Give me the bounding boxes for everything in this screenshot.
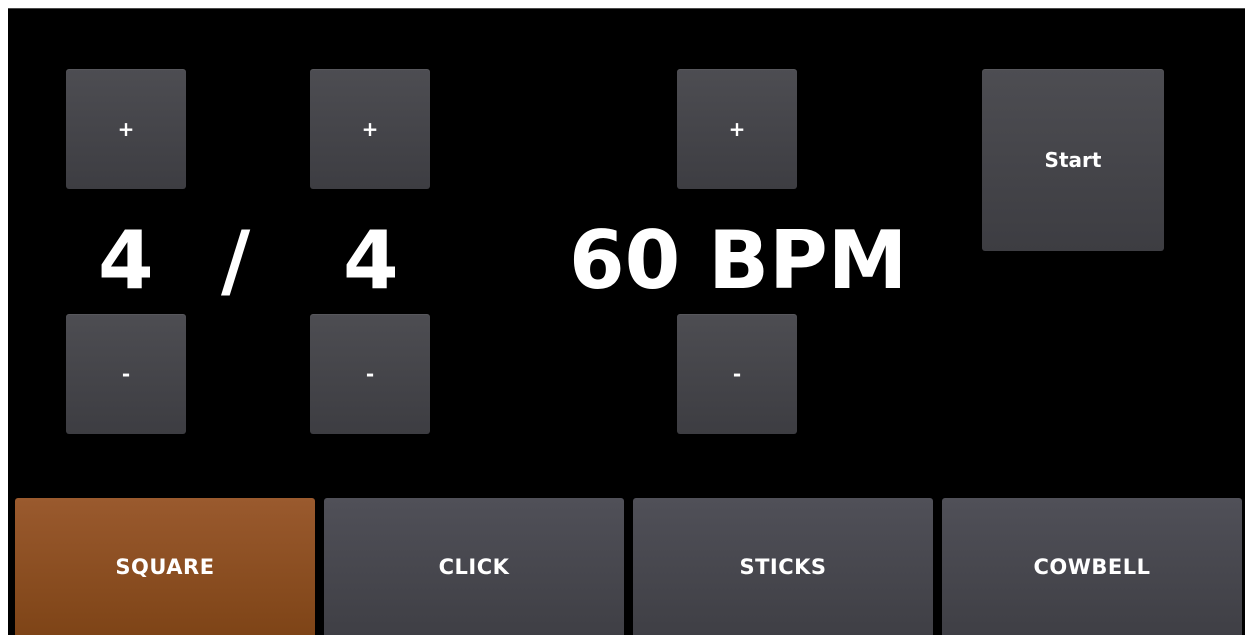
metronome-app: + 4 - / + 4 - + 60 BPM - Start SQUARE CL…: [8, 8, 1245, 635]
note-value-decrement-button[interactable]: -: [310, 314, 430, 434]
tempo-display: 60 BPM: [569, 214, 908, 307]
sound-option-click[interactable]: CLICK: [324, 498, 624, 635]
tempo-increment-button[interactable]: +: [677, 69, 797, 189]
time-signature-separator: /: [221, 214, 251, 307]
beats-decrement-button[interactable]: -: [66, 314, 186, 434]
note-value-increment-button[interactable]: +: [310, 69, 430, 189]
tempo-decrement-button[interactable]: -: [677, 314, 797, 434]
sound-option-sticks[interactable]: STICKS: [633, 498, 933, 635]
note-value: 4: [343, 214, 399, 307]
beats-value: 4: [98, 214, 154, 307]
beats-increment-button[interactable]: +: [66, 69, 186, 189]
sound-option-square[interactable]: SQUARE: [15, 498, 315, 635]
start-button[interactable]: Start: [982, 69, 1164, 251]
sound-option-cowbell[interactable]: COWBELL: [942, 498, 1242, 635]
